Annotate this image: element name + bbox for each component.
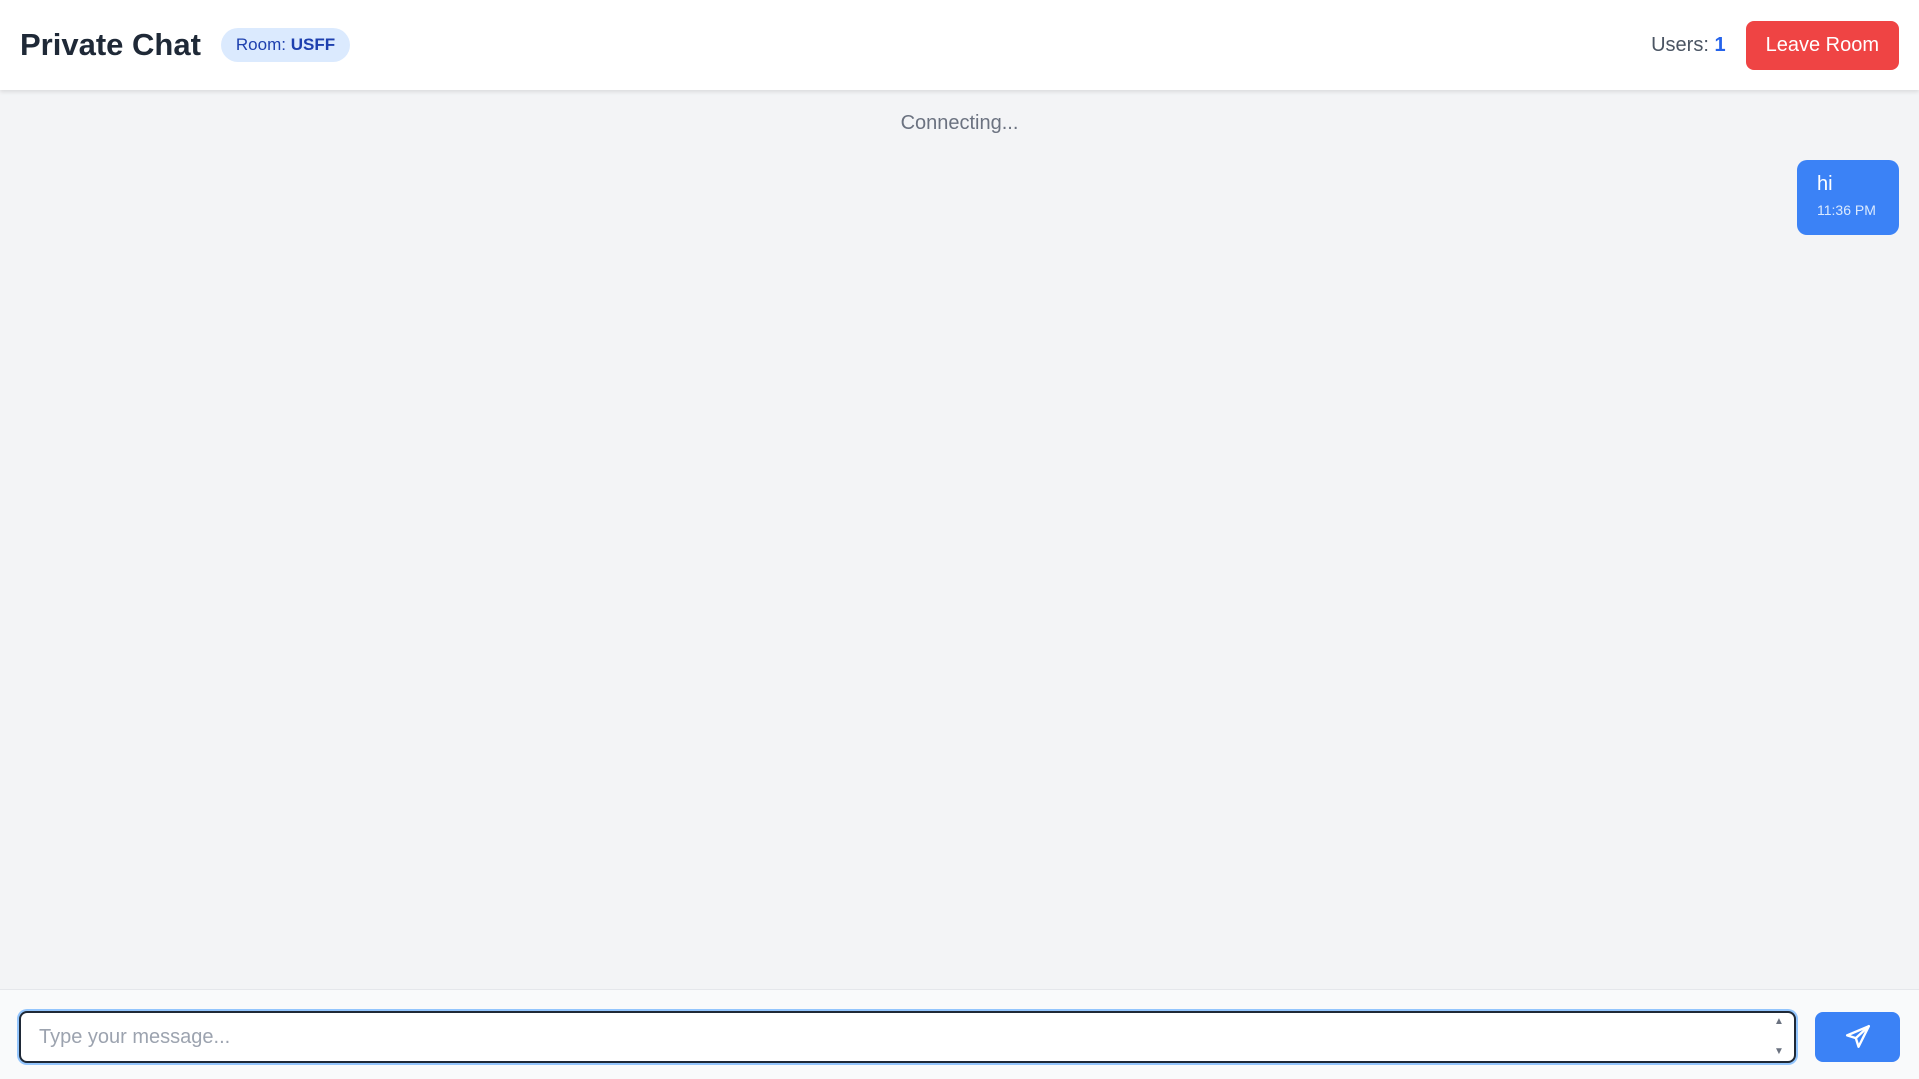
connection-status: Connecting... [900, 112, 1019, 134]
message-timestamp: 11:36 PM [1817, 202, 1876, 218]
spinner-up-icon[interactable]: ▲ [1774, 1017, 1784, 1027]
users-count: 1 [1714, 33, 1726, 56]
message-bubble-own: hi 11:36 PM [1797, 160, 1899, 235]
message-input[interactable] [21, 1013, 1794, 1061]
users-label: Users: [1651, 33, 1709, 56]
chat-header: Private Chat Room: USFF Users: 1 Leave R… [0, 0, 1919, 90]
users-counter: Users: 1 [1651, 34, 1725, 57]
message-text: hi [1817, 173, 1833, 195]
message-input-wrapper: ▲ ▼ [19, 1011, 1796, 1063]
header-actions: Users: 1 Leave Room [1651, 20, 1899, 70]
spinner-down-icon[interactable]: ▼ [1774, 1047, 1784, 1057]
room-code: USFF [290, 35, 336, 54]
message-list[interactable]: Connecting... hi 11:36 PM [0, 90, 1919, 989]
room-label: Room: [235, 35, 286, 54]
room-badge: Room: USFF [220, 28, 351, 62]
page-title: Private Chat [20, 27, 201, 62]
leave-room-button[interactable]: Leave Room [1745, 20, 1899, 70]
input-spinner[interactable]: ▲ ▼ [1772, 1017, 1786, 1057]
message-composer: ▲ ▼ [0, 989, 1919, 1079]
paper-plane-icon [1845, 1024, 1870, 1048]
send-button[interactable] [1815, 1012, 1900, 1062]
